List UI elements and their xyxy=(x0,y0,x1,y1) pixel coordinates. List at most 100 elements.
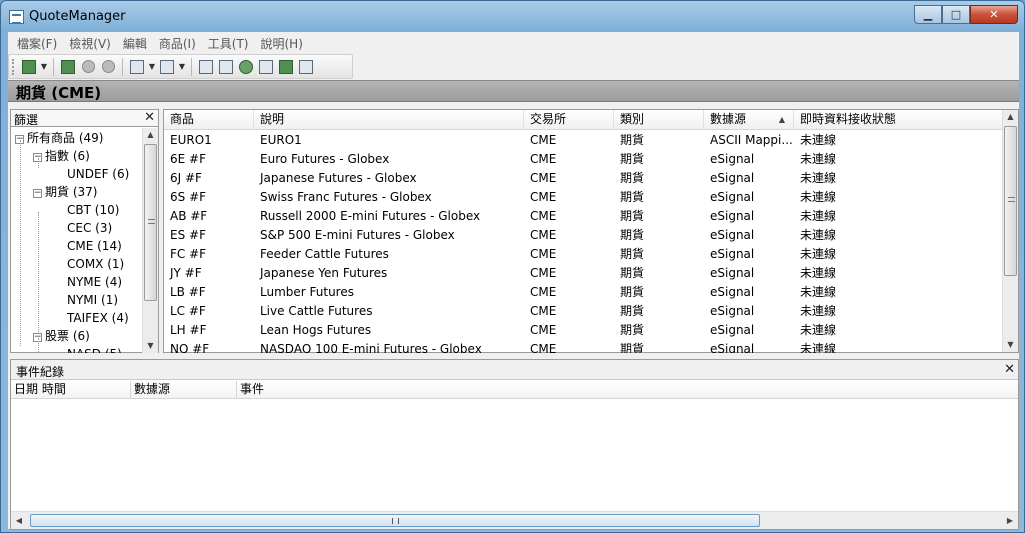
import-icon[interactable] xyxy=(127,57,147,77)
tree-item[interactable]: CME (14) xyxy=(67,237,122,255)
cell-exchange: CME xyxy=(530,152,557,166)
table-row[interactable]: ES #F S&P 500 E-mini Futures - Globex CME 期… xyxy=(164,226,1004,245)
minimize-button[interactable]: ▁ xyxy=(914,5,942,24)
tree-item[interactable]: CBT (10) xyxy=(67,201,119,219)
col-datasource[interactable]: 數據源 ▲ xyxy=(704,110,794,130)
app-window: QuoteManager ▁ □ ✕ 檔案(F) 檢視(V) 編輯 商品(I) … xyxy=(0,0,1025,533)
cell-realtime-status: 未連線 xyxy=(800,266,837,280)
cell-exchange: CME xyxy=(530,342,557,353)
col-symbol[interactable]: 商品 xyxy=(164,110,254,130)
table-row[interactable]: AB #F Russell 2000 E-mini Futures - Globe… xyxy=(164,207,1004,226)
calendar-icon[interactable] xyxy=(196,57,216,77)
event-log-title: 事件紀錄 xyxy=(16,365,65,379)
scroll-right-icon[interactable]: ▶ xyxy=(1002,512,1018,529)
toolbar-grip[interactable] xyxy=(12,58,15,75)
tree-item[interactable]: COMX (1) xyxy=(67,255,124,273)
title-bar[interactable]: QuoteManager ▁ □ ✕ xyxy=(1,1,1024,32)
cell-symbol: EURO1 xyxy=(170,133,212,147)
table-row[interactable]: EURO1 EURO1 CME 期貨 ASCII Mappi... 未連線 xyxy=(164,131,1004,150)
chart-icon[interactable] xyxy=(296,57,316,77)
table-row[interactable]: 6S #F Swiss Franc Futures - Globex CME 期貨 eS… xyxy=(164,188,1004,207)
cell-exchange: CME xyxy=(530,247,557,261)
exchange-icon[interactable] xyxy=(256,57,276,77)
col-description[interactable]: 說明 xyxy=(254,110,524,130)
menu-edit[interactable]: 編輯 xyxy=(117,32,153,53)
table-row[interactable]: LB #F Lumber Futures CME 期貨 eSignal 未連線 xyxy=(164,283,1004,302)
tree-item[interactable]: NYMI (1) xyxy=(67,291,118,309)
import-dropdown-icon[interactable]: ▼ xyxy=(147,62,157,71)
settings-icon[interactable] xyxy=(78,57,98,77)
col-event[interactable]: 事件 xyxy=(237,381,357,399)
col-datetime[interactable]: 日期 時間 xyxy=(11,381,131,399)
col-realtime-status[interactable]: 即時資料接收狀態 xyxy=(794,110,1004,130)
close-window-button[interactable]: ✕ xyxy=(970,5,1018,24)
event-log-close-icon[interactable]: ✕ xyxy=(1004,362,1015,377)
cell-category: 期貨 xyxy=(620,323,645,337)
hscroll-thumb[interactable] xyxy=(30,514,760,527)
tree-item[interactable]: − 指數 (6) xyxy=(33,147,90,165)
table-row[interactable]: 6E #F Euro Futures - Globex CME 期貨 eSignal 未連… xyxy=(164,150,1004,169)
filter-header: 篩選 ✕ xyxy=(11,110,158,127)
edit-symbol-icon[interactable] xyxy=(58,57,78,77)
collapse-icon[interactable]: − xyxy=(33,189,42,198)
maximize-button[interactable]: □ xyxy=(942,5,970,24)
new-symbol-dropdown-icon[interactable]: ▼ xyxy=(39,62,49,71)
scroll-up-icon[interactable]: ▲ xyxy=(143,128,158,142)
cell-description: NASDAQ 100 E-mini Futures - Globex xyxy=(260,342,482,353)
menu-view[interactable]: 檢視(V) xyxy=(63,32,117,53)
cell-symbol: 6S #F xyxy=(170,190,207,204)
cell-datasource: eSignal xyxy=(710,228,755,242)
tree-item[interactable]: NYME (4) xyxy=(67,273,122,291)
tree-item[interactable]: − 所有商品 (49) xyxy=(15,129,103,147)
table-row[interactable]: JY #F Japanese Yen Futures CME 期貨 eSignal 未連線 xyxy=(164,264,1004,283)
delete-icon[interactable] xyxy=(98,57,118,77)
cell-realtime-status: 未連線 xyxy=(800,190,837,204)
menu-tools[interactable]: 工具(T) xyxy=(202,32,255,53)
table-row[interactable]: FC #F Feeder Cattle Futures CME 期貨 eSignal 未連… xyxy=(164,245,1004,264)
scroll-up-icon[interactable]: ▲ xyxy=(1003,110,1018,124)
cell-realtime-status: 未連線 xyxy=(800,285,837,299)
cell-description: Lumber Futures xyxy=(260,285,354,299)
col-exchange[interactable]: 交易所 xyxy=(524,110,614,130)
clock-icon[interactable] xyxy=(236,57,256,77)
scroll-thumb[interactable] xyxy=(1004,126,1017,276)
tree-guide-line xyxy=(38,338,39,353)
window-title: QuoteManager xyxy=(29,9,126,24)
scroll-left-icon[interactable]: ◀ xyxy=(11,512,27,529)
export-icon[interactable] xyxy=(157,57,177,77)
tree-item[interactable]: UNDEF (6) xyxy=(67,165,129,183)
category-header: 期貨 (CME) xyxy=(8,80,1019,102)
cell-category: 期貨 xyxy=(620,171,645,185)
scroll-down-icon[interactable]: ▼ xyxy=(1003,338,1018,352)
tree-item[interactable]: − 股票 (6) xyxy=(33,327,90,345)
tree-item[interactable]: TAIFEX (4) xyxy=(67,309,129,327)
filter-close-icon[interactable]: ✕ xyxy=(144,110,155,125)
col-category[interactable]: 類別 xyxy=(614,110,704,130)
menu-help[interactable]: 說明(H) xyxy=(254,32,308,53)
session-icon[interactable] xyxy=(216,57,236,77)
tree-item[interactable]: NASD (5) xyxy=(67,345,122,353)
scroll-down-icon[interactable]: ▼ xyxy=(143,339,158,353)
note-icon[interactable] xyxy=(276,57,296,77)
tree-item[interactable]: − 期貨 (37) xyxy=(33,183,97,201)
grid-header: 商品 說明 交易所 類別 數據源 ▲ 即時資料接收狀態 xyxy=(164,110,1004,130)
cell-category: 期貨 xyxy=(620,152,645,166)
symbol-tree: − 所有商品 (49) − 指數 (6) UNDEF (6) − 期貨 (37) CBT (1… xyxy=(11,128,143,353)
export-dropdown-icon[interactable]: ▼ xyxy=(177,62,187,71)
table-row[interactable]: LC #F Live Cattle Futures CME 期貨 eSignal 未連線 xyxy=(164,302,1004,321)
menu-symbols[interactable]: 商品(I) xyxy=(153,32,202,53)
scroll-thumb[interactable] xyxy=(144,144,157,301)
menu-file[interactable]: 檔案(F) xyxy=(11,32,63,53)
cell-category: 期貨 xyxy=(620,228,645,242)
event-log-hscrollbar[interactable]: ◀ ▶ xyxy=(11,511,1018,529)
tree-item-label: CEC (3) xyxy=(67,221,113,235)
table-row[interactable]: 6J #F Japanese Futures - Globex CME 期貨 eSign… xyxy=(164,169,1004,188)
filter-scrollbar[interactable]: ▲ ▼ xyxy=(142,128,158,353)
tree-item[interactable]: CEC (3) xyxy=(67,219,112,237)
table-row[interactable]: NQ #F NASDAQ 100 E-mini Futures - Globex C… xyxy=(164,340,1004,353)
new-symbol-icon[interactable] xyxy=(19,57,39,77)
col-event-datasource[interactable]: 數據源 xyxy=(131,381,237,399)
table-row[interactable]: LH #F Lean Hogs Futures CME 期貨 eSignal 未連線 xyxy=(164,321,1004,340)
grid-scrollbar[interactable]: ▲ ▼ xyxy=(1002,110,1018,352)
cell-exchange: CME xyxy=(530,190,557,204)
